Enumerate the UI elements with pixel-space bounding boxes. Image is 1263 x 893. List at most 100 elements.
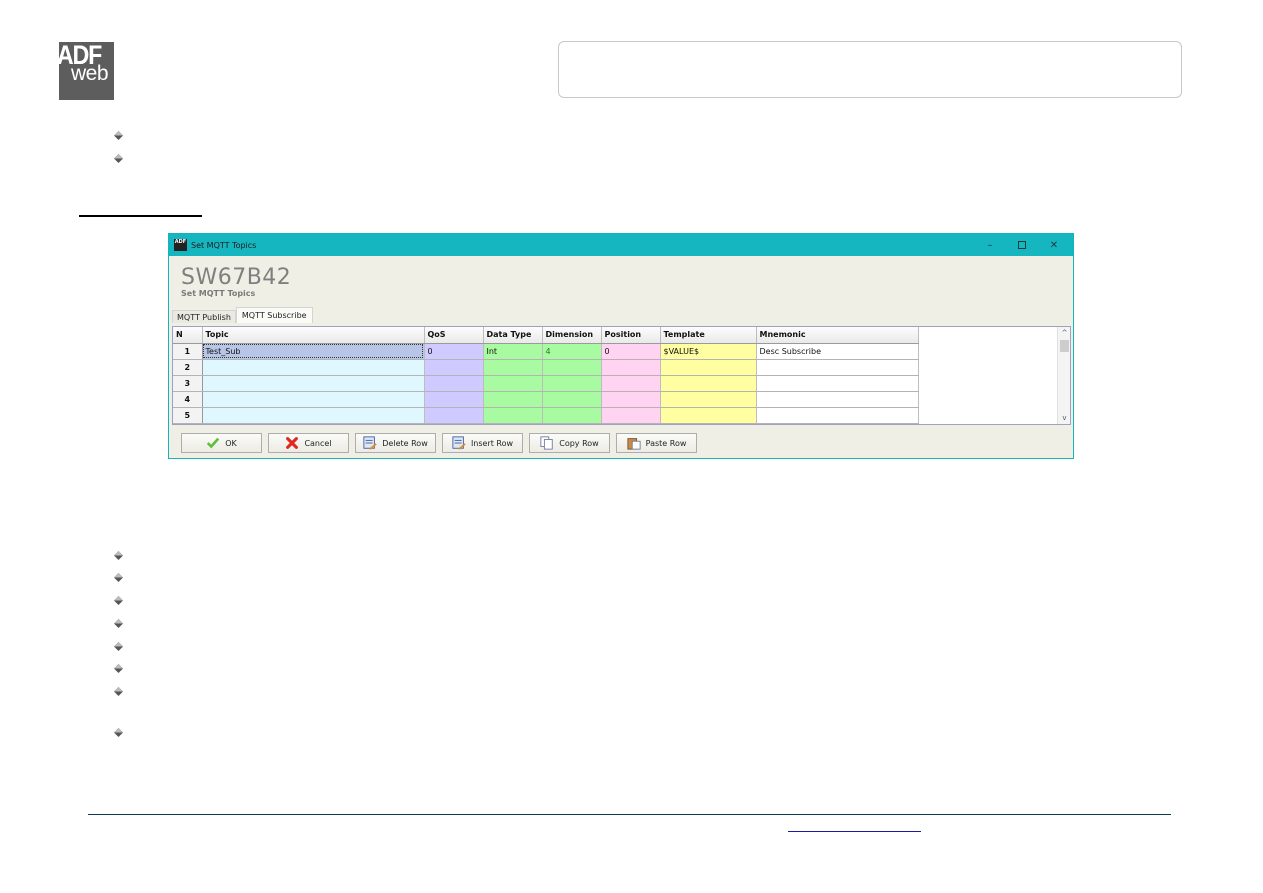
table-row: 2 [173,359,919,376]
col-header-dimension: Dimension [542,327,602,344]
template-cell[interactable]: $VALUE$ [660,343,757,360]
data-type-cell[interactable] [483,359,543,376]
position-cell[interactable] [601,375,661,392]
table-row: 5 [173,407,919,424]
bullet-icon [114,596,123,605]
minimize-icon: – [987,239,993,251]
dimension-cell[interactable] [542,359,602,376]
delete-row-label: Delete Row [382,438,428,448]
qos-cell[interactable] [424,407,484,424]
data-type-cell[interactable] [483,391,543,408]
table-row: 4 [173,391,919,408]
bullet-icon [114,619,123,628]
bullet-icon [114,687,123,696]
checkmark-icon [207,437,220,449]
bullet-icon [114,642,123,651]
dimension-cell[interactable] [542,407,602,424]
subscribe-topics-grid: N Topic QoS Data Type Dimension Position… [172,326,1071,425]
data-type-cell[interactable] [483,407,543,424]
topic-cell[interactable] [202,391,425,408]
footer-link-underline[interactable] [788,831,921,832]
data-type-cell[interactable]: Int [483,343,543,360]
ok-button[interactable]: OK [181,433,262,453]
topic-cell[interactable] [202,375,425,392]
copy-row-button[interactable]: Copy Row [529,433,610,453]
position-cell[interactable]: 0 [601,343,661,360]
col-header-data-type: Data Type [483,327,543,344]
table-header-row: N Topic QoS Data Type Dimension Position… [173,327,919,344]
topic-cell[interactable] [202,359,425,376]
position-cell[interactable] [601,391,661,408]
paste-row-button[interactable]: Paste Row [616,433,697,453]
topic-cell[interactable] [202,407,425,424]
logo-web-text: web [71,62,109,85]
minimize-button[interactable]: – [975,234,1005,256]
dialog-subtitle: Set MQTT Topics [181,289,256,298]
col-header-template: Template [660,327,757,344]
qos-cell[interactable]: 0 [424,343,484,360]
data-type-cell[interactable] [483,375,543,392]
mnemonic-cell[interactable] [756,407,919,424]
qos-cell[interactable] [424,391,484,408]
dimension-cell[interactable] [542,375,602,392]
bullet-icon [114,664,123,673]
delete-row-icon [363,436,377,450]
adfweb-logo: ADF web [57,40,114,100]
bullet-icon [114,551,123,560]
template-cell[interactable] [660,407,757,424]
vertical-scrollbar[interactable]: ^ v [1057,327,1070,424]
scroll-down-icon[interactable]: v [1058,412,1070,424]
col-header-mnemonic: Mnemonic [756,327,919,344]
cancel-button[interactable]: Cancel [268,433,349,453]
insert-row-button[interactable]: Insert Row [442,433,523,453]
section-heading-underline [79,215,202,217]
row-number-cell: 3 [173,375,203,392]
ok-label: OK [225,438,237,448]
maximize-icon [1018,241,1026,249]
col-header-qos: QoS [424,327,484,344]
bullet-icon [114,131,123,140]
paste-row-label: Paste Row [645,438,687,448]
dimension-cell[interactable] [542,391,602,408]
scrollbar-thumb[interactable] [1060,340,1069,352]
template-cell[interactable] [660,359,757,376]
mnemonic-cell[interactable] [756,375,919,392]
qos-cell[interactable] [424,375,484,392]
window-titlebar[interactable]: ADF Set MQTT Topics – ✕ [169,234,1073,256]
table-row: 3 [173,375,919,392]
scroll-up-icon[interactable]: ^ [1058,327,1070,339]
table-row: 1 Test_Sub 0 Int 4 0 $VALUE$ Desc Subscribe [173,343,919,360]
qos-cell[interactable] [424,359,484,376]
mnemonic-cell[interactable] [756,359,919,376]
footer-divider [88,814,1171,815]
row-number-cell: 2 [173,359,203,376]
template-cell[interactable] [660,375,757,392]
position-cell[interactable] [601,359,661,376]
close-button[interactable]: ✕ [1039,234,1069,256]
button-bar: OK Cancel Delete Row Insert Row Copy Row… [181,433,697,453]
col-header-n: N [173,327,203,344]
copy-row-label: Copy Row [559,438,599,448]
template-cell[interactable] [660,391,757,408]
row-number-cell: 1 [173,343,203,360]
tab-bar: MQTT Publish MQTT Subscribe [172,307,313,323]
position-cell[interactable] [601,407,661,424]
maximize-button[interactable] [1007,234,1037,256]
product-code: SW67B42 [181,265,292,290]
col-header-position: Position [601,327,661,344]
delete-row-button[interactable]: Delete Row [355,433,436,453]
mnemonic-cell[interactable] [756,391,919,408]
paste-icon [627,438,641,450]
topic-cell[interactable]: Test_Sub [202,343,425,360]
tab-mqtt-publish[interactable]: MQTT Publish [172,310,236,323]
insert-row-label: Insert Row [470,438,514,448]
bullet-icon [114,154,123,163]
col-header-topic: Topic [202,327,425,344]
bullet-icon [114,728,123,737]
tab-mqtt-subscribe[interactable]: MQTT Subscribe [235,307,313,323]
row-number-cell: 4 [173,391,203,408]
cancel-x-icon [286,437,299,449]
row-number-cell: 5 [173,407,203,424]
dimension-cell[interactable]: 4 [542,343,602,360]
mnemonic-cell[interactable]: Desc Subscribe [756,343,919,360]
